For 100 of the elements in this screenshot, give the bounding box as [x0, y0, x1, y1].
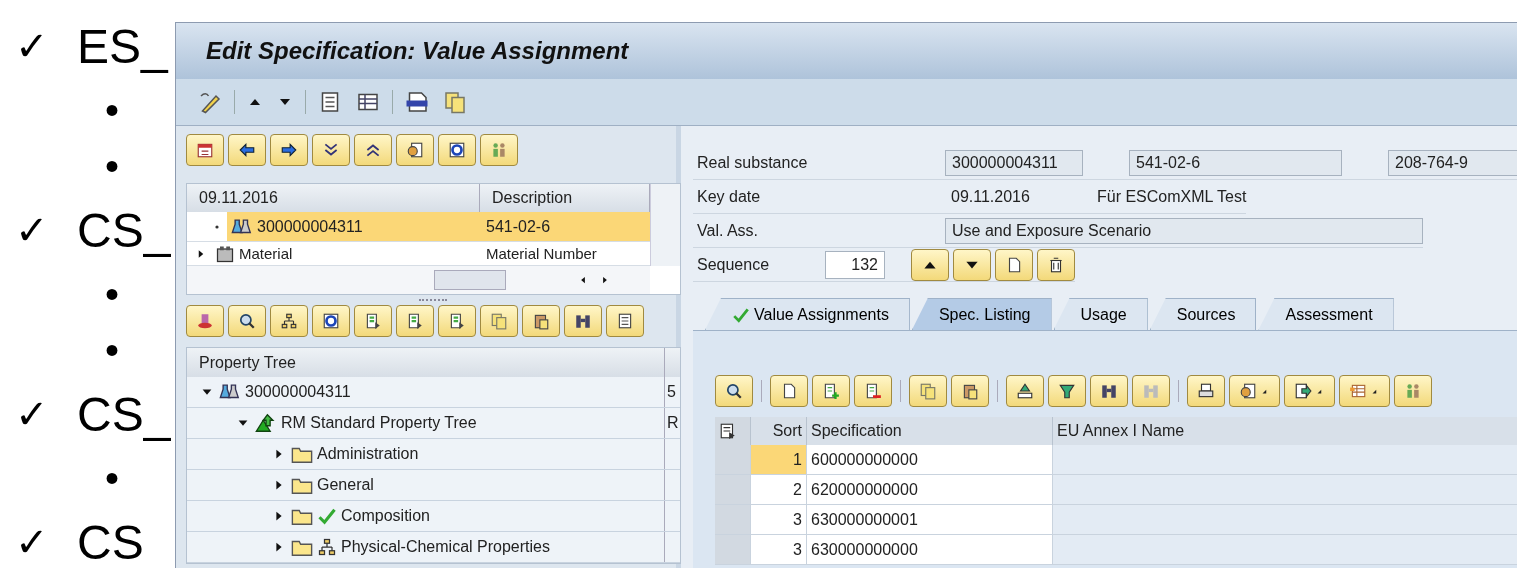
- hierarchy-icon: [280, 312, 298, 330]
- tab[interactable]: Spec. Listing: [911, 298, 1052, 330]
- binoculars-icon: [1142, 382, 1160, 400]
- tab[interactable]: Usage: [1053, 298, 1148, 330]
- refresh-icon: [322, 312, 340, 330]
- toolbar-button[interactable]: [312, 134, 350, 166]
- table-cell: 600000000000: [807, 445, 1053, 475]
- list-row[interactable]: 300000004311: [227, 212, 480, 241]
- list-row[interactable]: Material: [211, 242, 480, 265]
- dropdown-button[interactable]: [1339, 375, 1390, 407]
- document-arrow-icon: [448, 312, 466, 330]
- tree-row[interactable]: General: [187, 470, 680, 501]
- column-header: EU Annex I Name: [1053, 417, 1517, 445]
- toolbar-button[interactable]: [270, 305, 308, 337]
- grid-icon: [1349, 382, 1367, 400]
- toolbar-button[interactable]: [354, 305, 392, 337]
- toolbar-button[interactable]: [951, 375, 989, 407]
- slide-heading: CS: [77, 514, 144, 568]
- toolbar-button[interactable]: [438, 305, 476, 337]
- vertical-scrollbar[interactable]: [650, 184, 680, 266]
- form-icon: [1239, 382, 1257, 400]
- tab[interactable]: Value Assignments: [705, 298, 910, 330]
- dropdown-button[interactable]: [1284, 375, 1335, 407]
- binoculars-icon: [574, 312, 592, 330]
- export-icon: [1294, 382, 1312, 400]
- cut-text: 5: [667, 383, 676, 401]
- input-field[interactable]: 132: [825, 250, 885, 279]
- column-header: Property Tree: [187, 348, 665, 377]
- toolbar-button[interactable]: [715, 375, 753, 407]
- toolbar-button[interactable]: [270, 134, 308, 166]
- tree-node-label: General: [317, 476, 374, 494]
- toolbar-button[interactable]: [854, 375, 892, 407]
- tab[interactable]: Sources: [1149, 298, 1257, 330]
- tree-row[interactable]: Physical-Chemical Properties: [187, 532, 680, 563]
- document-plus-icon: [822, 382, 840, 400]
- table-cell: 620000000000: [807, 475, 1053, 505]
- copy-icon: [443, 90, 467, 114]
- toolbar-button[interactable]: [606, 305, 644, 337]
- refresh-icon: [448, 141, 466, 159]
- trash-icon: [1047, 255, 1065, 274]
- toolbar-button[interactable]: [1187, 375, 1225, 407]
- toolbar-button[interactable]: [354, 134, 392, 166]
- people-icon: [1404, 382, 1422, 400]
- slide-heading: ES_: [77, 18, 168, 74]
- table-cell: 630000000001: [807, 505, 1053, 535]
- toolbar-button[interactable]: [1006, 375, 1044, 407]
- table-cell[interactable]: 3: [751, 535, 807, 565]
- toolbar-button[interactable]: [1037, 248, 1075, 281]
- toolbar-button[interactable]: [770, 375, 808, 407]
- tree-node-label: RM Standard Property Tree: [281, 414, 477, 432]
- magnifier-icon: [725, 382, 743, 400]
- cell-text: Material Number: [486, 245, 597, 262]
- table-cell[interactable]: 2: [751, 475, 807, 505]
- toolbar-button[interactable]: [911, 248, 949, 281]
- tree-row[interactable]: Composition: [187, 501, 680, 532]
- paste-icon: [961, 382, 979, 400]
- field-value: Für ESComXML Test: [1097, 187, 1247, 206]
- bullet-point: •: [105, 455, 119, 501]
- document-arrow-icon: [364, 312, 382, 330]
- tree-row[interactable]: RM Standard Property Tree R: [187, 408, 680, 439]
- check-mark: ✓: [14, 207, 50, 253]
- toolbar-button[interactable]: [1090, 375, 1128, 407]
- dropdown-button[interactable]: [1229, 375, 1280, 407]
- table-cell[interactable]: 3: [751, 505, 807, 535]
- people-icon: [490, 141, 508, 159]
- printer-icon: [1197, 382, 1215, 400]
- field-label: Key date: [696, 187, 762, 206]
- table-cell[interactable]: 1: [751, 445, 807, 475]
- read-only-field: 300000004311: [945, 149, 1083, 176]
- bullet-point: •: [105, 143, 119, 189]
- tree-node-label: Administration: [317, 445, 419, 463]
- left-arrow-icon: [238, 141, 256, 159]
- read-only-field: 541-02-6: [1129, 149, 1342, 176]
- table-cell: 630000000000: [807, 535, 1053, 565]
- toolbar-button[interactable]: [396, 305, 434, 337]
- tree-row[interactable]: 300000004311 5: [187, 377, 680, 408]
- tree-row[interactable]: Administration: [187, 439, 680, 470]
- toolbar-button[interactable]: [228, 305, 266, 337]
- cut-text: R: [667, 414, 679, 432]
- check-mark: ✓: [14, 23, 50, 69]
- toolbar-button[interactable]: [564, 305, 602, 337]
- toolbar-button[interactable]: [995, 248, 1033, 281]
- toolbar-button[interactable]: [438, 134, 476, 166]
- pencil-icon: [198, 90, 222, 114]
- toolbar-button[interactable]: [1048, 375, 1086, 407]
- cell-text: 541-02-6: [486, 217, 551, 236]
- bullet-point: •: [105, 327, 119, 373]
- form-icon: [406, 141, 424, 159]
- leaf-dot-icon: [215, 224, 219, 229]
- right-arrow-icon: [280, 141, 298, 159]
- scrollbar-thumb[interactable]: [434, 270, 506, 290]
- toolbar-button[interactable]: [228, 134, 266, 166]
- toolbar-button[interactable]: [953, 248, 991, 281]
- calendar-icon: [196, 141, 214, 159]
- copy-icon: [490, 312, 508, 330]
- toolbar-button[interactable]: [522, 305, 560, 337]
- toolbar-button[interactable]: [312, 305, 350, 337]
- tab[interactable]: Assessment: [1258, 298, 1394, 330]
- hierarchy-icon: [317, 537, 337, 557]
- column-header: Sort: [751, 417, 807, 445]
